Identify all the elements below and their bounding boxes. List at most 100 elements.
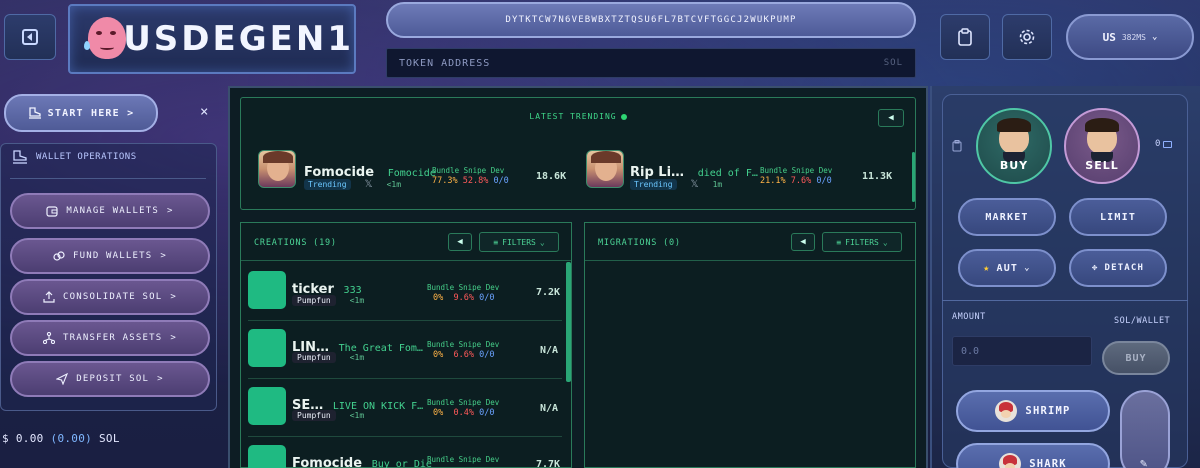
snipe-value: 52.8% [462,176,489,186]
balance-paren: (0.00) [50,432,93,445]
shrimp-preset-button[interactable]: SHRIMP [956,390,1110,432]
region-label: US [1102,30,1116,44]
amount-input[interactable] [961,345,1081,357]
limit-label: LIMIT [1099,211,1137,223]
speaker-icon: ◀ [457,237,463,247]
seller-avatar-icon [1085,118,1119,162]
stat-labels: Bundle Snipe Dev [432,166,504,175]
move-icon: ✥ [1091,263,1099,273]
chevron-down-icon: ⌄ [882,237,888,247]
creations-filters-button[interactable]: ≡ FILTERS ⌄ [479,232,559,252]
clipboard-button[interactable] [940,14,990,60]
transfer-assets-button[interactable]: TRANSFER ASSETS > [10,320,210,356]
creations-scrollbar[interactable] [566,262,571,382]
sell-mode-button[interactable]: SELL [1064,108,1140,184]
chevron-down-icon: ⌄ [1024,263,1031,273]
token-age: 1m [712,180,723,189]
buy-submit-button[interactable]: BUY [1102,341,1170,375]
trending-item[interactable] [586,150,624,208]
bundle-label: Bundle [760,166,788,175]
sol-balance: $ 0.00 (0.00) SOL [2,432,120,445]
buyer-avatar-icon [997,118,1031,162]
speaker-icon: ◀ [888,113,894,123]
dev-value: 0/0 [479,408,495,418]
manage-wallets-label: MANAGE WALLETS [66,206,160,216]
transfer-assets-label: TRANSFER ASSETS [63,333,163,343]
network-icon [43,332,56,344]
filters-label: FILTERS [502,237,536,247]
x-social-icon[interactable]: 𝕏 [691,179,699,190]
settings-button[interactable] [1002,14,1052,60]
token-age: <1m [349,411,365,420]
wallet-count-value: 0 [1155,139,1161,149]
live-dot-icon [620,113,627,120]
shark-preset-button[interactable]: SHARK [956,443,1110,468]
migrations-filters-button[interactable]: ≡ FILTERS ⌄ [822,232,902,252]
snipe-value: 0.4% [453,408,474,418]
region-selector[interactable]: US 382MS ⌄ [1066,14,1194,60]
wallet-count[interactable]: 0 [1155,139,1173,149]
detach-button[interactable]: ✥ DETACH [1069,249,1167,287]
buy-mode-button[interactable]: BUY [976,108,1052,184]
star-icon: ★ [983,262,991,274]
token-input-unit: SOL [883,58,903,68]
consolidate-sol-label: CONSOLIDATE SOL [63,292,163,302]
stat-values: 77.3% 52.8% 0/0 [432,176,509,186]
dev-label: Dev [818,166,833,175]
deposit-sol-button[interactable]: DEPOSIT SOL > [10,361,210,397]
x-social-icon[interactable]: 𝕏 [365,179,373,190]
collapse-sidebar-button[interactable] [4,14,56,60]
edit-presets-button[interactable]: ✎ [1120,390,1170,468]
auto-mode-selector[interactable]: ★ AUT ⌄ [958,249,1056,287]
snipe-value: 7.6% [790,176,812,186]
token-age: <1m [349,296,365,305]
platform-tag: Pumpfun [292,410,336,421]
token-address-input[interactable] [399,57,799,69]
token-name: Rip Li… [630,165,685,180]
bundle-label: Bundle [427,398,455,407]
row-meta: Pumpfun <1m [292,352,364,363]
upload-icon [43,291,55,303]
clipboard-icon[interactable] [952,140,962,155]
dev-label: Dev [485,283,500,292]
trending-name-line: Fomocide Fomocide [304,161,436,180]
limit-order-button[interactable]: LIMIT [1069,198,1167,236]
migrations-sound-button[interactable]: ◀ [791,233,815,251]
detach-label: DETACH [1104,263,1145,273]
send-icon [56,373,69,385]
boot-icon [28,107,41,119]
token-subtitle: Buy or Die [371,459,432,468]
logo-text: USDEGEN1 [123,19,354,59]
manage-wallets-button[interactable]: MANAGE WALLETS > [10,193,210,229]
consolidate-sol-button[interactable]: CONSOLIDATE SOL > [10,279,210,315]
divider [241,260,571,261]
chevron-right-icon: > [160,251,168,261]
snipe-label: Snipe [458,455,482,464]
chevron-down-icon: ⌄ [539,237,545,247]
pencil-icon: ✎ [1140,456,1148,468]
stat-values: 0% 0.4% 0/0 [433,408,494,418]
sol-per-wallet-label: SOL/WALLET [1114,316,1171,326]
balance-currency: $ [2,432,9,445]
amount-field[interactable] [952,336,1092,366]
snipe-label: Snipe [458,340,482,349]
market-order-button[interactable]: MARKET [958,198,1056,236]
market-cap: N/A [540,403,559,414]
close-icon[interactable]: × [200,104,208,120]
start-here-button[interactable]: START HERE > [4,94,158,132]
token-address-field[interactable]: SOL [386,48,916,78]
wallet-operations-header: WALLET OPERATIONS [12,150,137,164]
speaker-icon: ◀ [800,237,806,247]
trending-sound-button[interactable]: ◀ [878,109,904,127]
wallet-operations-title: WALLET OPERATIONS [36,152,137,162]
market-label: MARKET [985,211,1029,223]
fund-wallets-button[interactable]: FUND WALLETS > [10,238,210,274]
auto-label: AUT [996,262,1019,274]
trending-item[interactable] [258,150,296,208]
bundle-label: Bundle [427,455,455,464]
trending-scrollbar[interactable] [912,152,915,202]
app-logo[interactable]: USDEGEN1 [68,4,356,74]
creations-sound-button[interactable]: ◀ [448,233,472,251]
contract-address-button[interactable]: DYTKTCW7N6VEBWBXTZTQSU6FL7BTCVFTGGCJ2WUK… [386,2,916,38]
trending-tag: Trending [630,179,677,190]
